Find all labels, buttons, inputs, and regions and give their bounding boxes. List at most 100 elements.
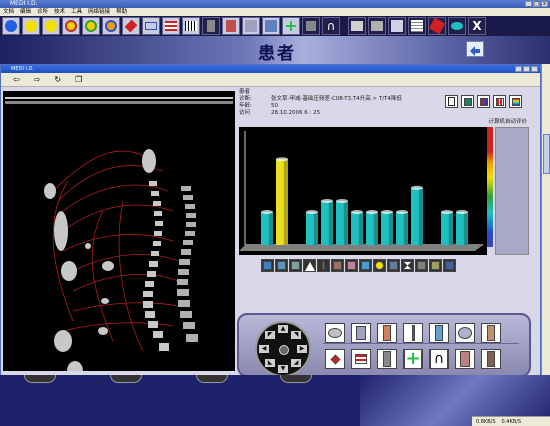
thumb-12[interactable] xyxy=(415,259,428,272)
brain-button[interactable] xyxy=(325,323,345,343)
arrow-up-icon[interactable]: ▲ xyxy=(278,325,288,333)
toolbar-button-13[interactable] xyxy=(242,17,260,35)
toolbar-button-3[interactable] xyxy=(42,17,60,35)
document-icon xyxy=(391,20,403,32)
nav-ball[interactable] xyxy=(24,375,56,383)
menu-network[interactable]: 网络链接 xyxy=(88,8,110,16)
arrow-down-left-icon[interactable]: ◣ xyxy=(265,359,275,367)
thumb-14[interactable] xyxy=(443,259,456,272)
menu-tools[interactable]: 工具 xyxy=(71,8,82,16)
toolbar-button-7[interactable] xyxy=(122,17,140,35)
toolbar-button-4[interactable] xyxy=(62,17,80,35)
triangle-icon xyxy=(304,260,315,271)
copy-icon[interactable]: ❐ xyxy=(75,75,82,84)
toolbar-button-16[interactable] xyxy=(302,17,320,35)
navigation-joystick[interactable]: ▲ ▼ ◀ ▶ ◤ ◥ ◣ ◢ xyxy=(255,321,311,377)
refresh-icon[interactable]: ↻ xyxy=(54,75,61,84)
menu-edit[interactable]: 编辑 xyxy=(20,8,31,16)
stripes-button[interactable] xyxy=(351,349,371,369)
diamond-button[interactable] xyxy=(325,349,345,369)
thumb-5[interactable] xyxy=(317,259,330,272)
table-icon xyxy=(463,97,472,106)
skeleton-button[interactable] xyxy=(377,323,397,343)
toolbar-button-15[interactable]: + xyxy=(282,17,300,35)
joystick-center[interactable] xyxy=(279,345,289,355)
toolbar-button-11[interactable] xyxy=(202,17,220,35)
vertical-scrollbar[interactable] xyxy=(541,64,550,375)
menu-help[interactable]: 帮助 xyxy=(116,8,127,16)
arrow-left-icon[interactable]: ◀ xyxy=(259,345,269,353)
toolbar-button-8[interactable] xyxy=(142,17,160,35)
maximize-button[interactable]: □ xyxy=(533,1,540,7)
thumb-8[interactable] xyxy=(359,259,372,272)
minimize-button[interactable]: _ xyxy=(525,1,532,7)
toolbar-button-12[interactable] xyxy=(222,17,240,35)
menu-clinic[interactable]: 诊所 xyxy=(37,8,48,16)
toolbar-button-6[interactable] xyxy=(102,17,120,35)
info-value: 张文草-甲减-基础压频差-C08-T3,T4升高 > T/T4降低 xyxy=(271,96,402,102)
thumb-11[interactable] xyxy=(401,259,414,272)
toolbar-button-23[interactable] xyxy=(448,17,466,35)
person-button[interactable] xyxy=(377,349,397,369)
toolbar-button-5[interactable] xyxy=(82,17,100,35)
thumb-6[interactable] xyxy=(331,259,344,272)
win-close-button[interactable] xyxy=(531,66,538,72)
thumb-1[interactable] xyxy=(261,259,274,272)
toolbar-button-21[interactable] xyxy=(408,17,426,35)
chart-bar xyxy=(321,199,333,245)
toolbar-button-2[interactable] xyxy=(22,17,40,35)
menu-file[interactable]: 文档 xyxy=(3,8,14,16)
close-button[interactable]: x xyxy=(541,1,548,7)
arrow-up-left-icon[interactable]: ◤ xyxy=(265,331,275,339)
thumb-10[interactable] xyxy=(387,259,400,272)
thumb-2[interactable] xyxy=(275,259,288,272)
statue-button[interactable] xyxy=(481,349,501,369)
arch-button[interactable]: ∩ xyxy=(429,349,449,369)
head-button[interactable] xyxy=(455,323,475,343)
thumb-13[interactable] xyxy=(429,259,442,272)
toolbar-button-9[interactable] xyxy=(162,17,180,35)
organ-button[interactable] xyxy=(351,323,371,343)
win-maximize-button[interactable] xyxy=(523,66,530,72)
win-minimize-button[interactable] xyxy=(515,66,522,72)
menu-technique[interactable]: 技术 xyxy=(54,8,65,16)
toolbar-button-10[interactable] xyxy=(182,17,200,35)
thumb-9[interactable] xyxy=(373,259,386,272)
toolbar-button-17[interactable]: ∩ xyxy=(322,17,340,35)
toolbar-button-22[interactable] xyxy=(428,17,446,35)
body-button[interactable] xyxy=(429,323,449,343)
plus-button[interactable]: + xyxy=(403,349,423,369)
nav-ball[interactable] xyxy=(280,375,312,383)
chart-icon xyxy=(479,97,488,106)
back-button[interactable] xyxy=(466,41,484,57)
anatomy-3d-viewer[interactable] xyxy=(3,91,235,371)
control-row-1 xyxy=(325,323,501,343)
scrollbar-thumb[interactable] xyxy=(543,134,550,174)
toolbar-button-1[interactable] xyxy=(2,17,20,35)
nav-ball[interactable] xyxy=(110,375,142,383)
nav-forward-icon[interactable]: ⇨ xyxy=(34,75,41,84)
vessel-button[interactable] xyxy=(403,323,423,343)
toolbar-button-14[interactable] xyxy=(262,17,280,35)
document-button[interactable] xyxy=(445,95,458,108)
palette-button[interactable] xyxy=(509,95,522,108)
figure-button[interactable] xyxy=(481,323,501,343)
arrow-down-right-icon[interactable]: ◢ xyxy=(291,359,301,367)
thumb-3[interactable] xyxy=(289,259,302,272)
arrow-right-icon[interactable]: ▶ xyxy=(297,345,307,353)
thumb-7[interactable] xyxy=(345,259,358,272)
bars-button[interactable] xyxy=(493,95,506,108)
toolbar-button-24[interactable]: X xyxy=(468,17,486,35)
toolbar-button-19[interactable] xyxy=(368,17,386,35)
arrow-down-icon[interactable]: ▼ xyxy=(278,365,288,373)
chart-button[interactable] xyxy=(477,95,490,108)
nav-ball[interactable] xyxy=(196,375,228,383)
image-icon xyxy=(245,20,257,32)
toolbar-button-20[interactable] xyxy=(388,17,406,35)
nav-back-icon[interactable]: ⇦ xyxy=(13,75,20,84)
thumb-4[interactable] xyxy=(303,259,316,272)
table-button[interactable] xyxy=(461,95,474,108)
arrow-up-right-icon[interactable]: ◥ xyxy=(291,331,301,339)
spine-button[interactable] xyxy=(455,349,475,369)
toolbar-button-18[interactable] xyxy=(348,17,366,35)
